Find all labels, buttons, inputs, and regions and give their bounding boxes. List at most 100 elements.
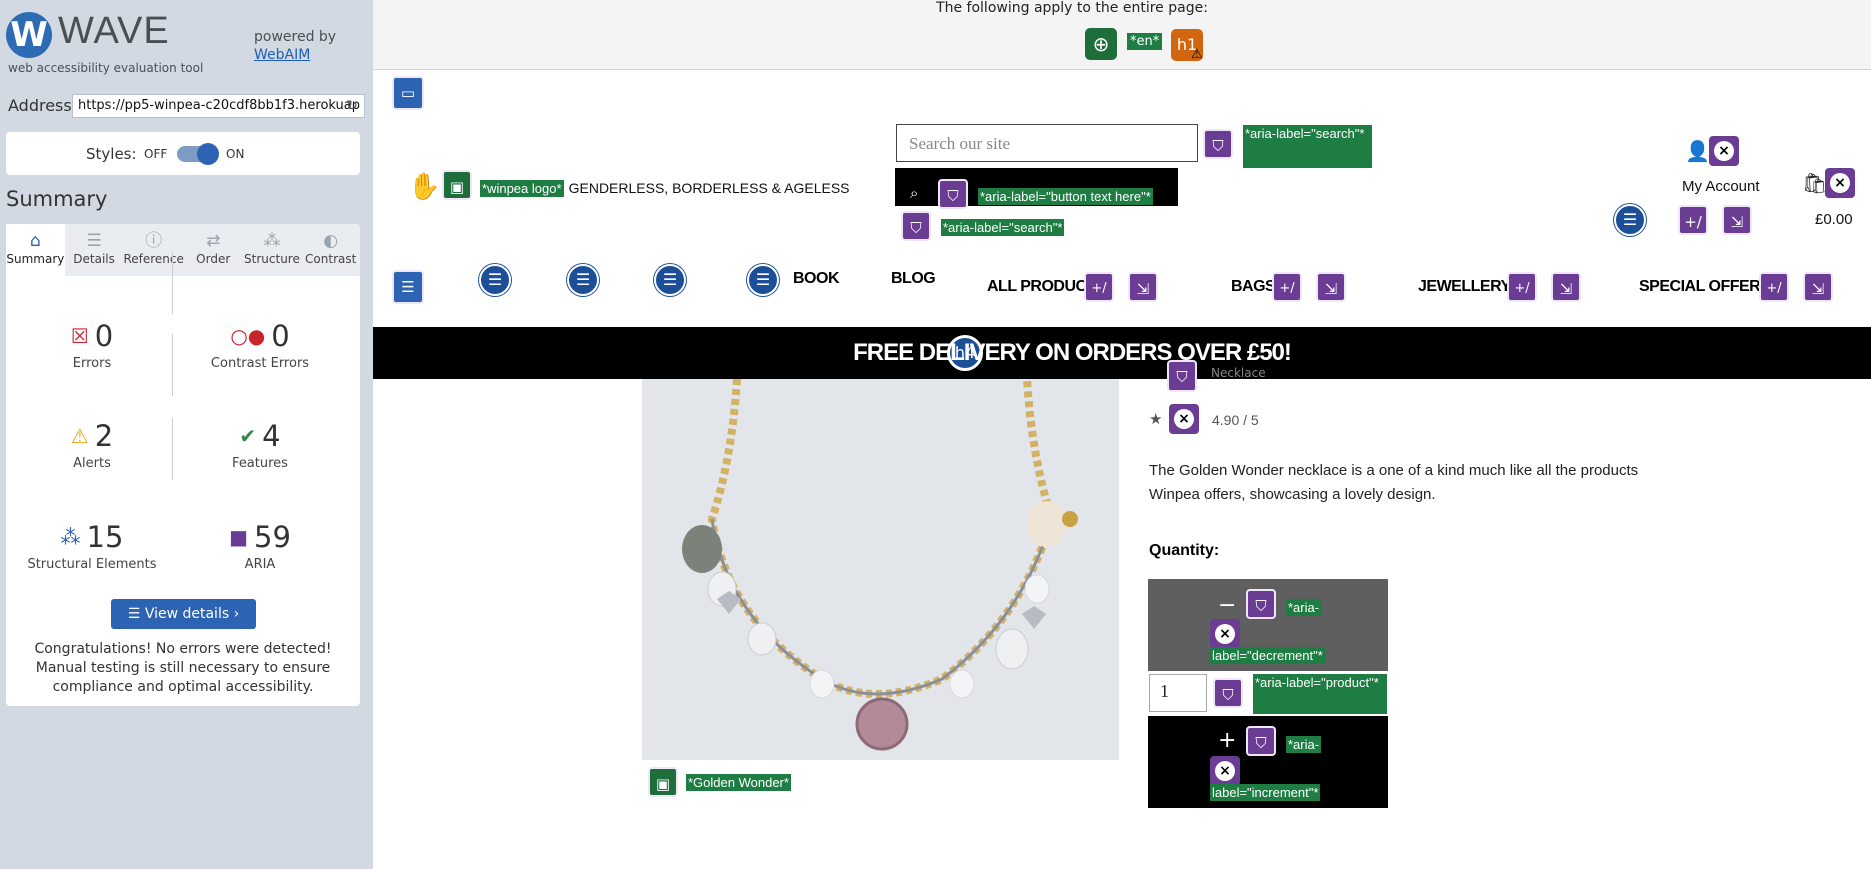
address-value: https://pp5-winpea-c20cdf8bb1f3.herokuap — [78, 98, 360, 113]
necklace-illustration — [642, 379, 1119, 760]
search-input[interactable]: Search our site — [896, 124, 1198, 162]
aria-hidden-icon[interactable]: × — [1210, 619, 1240, 649]
language-tag[interactable]: *en* — [1127, 33, 1163, 50]
tab-label: Structure — [244, 252, 300, 266]
tab-reference[interactable]: ⓘ Reference — [123, 224, 183, 276]
aria-search-tag-2: *aria-label="search"* — [941, 219, 1065, 236]
summary-panel: ⌂ Summary ☰ Details ⓘ Reference ⇄ Order … — [6, 224, 360, 706]
errors-count: 0 — [94, 319, 114, 353]
star-icon: ★ — [1149, 410, 1163, 428]
alerts-count: 2 — [94, 419, 114, 453]
styles-toggle-box: Styles: OFF ON — [6, 132, 360, 175]
aria-increment-tag-1: *aria- — [1286, 736, 1322, 753]
evaluated-page: The following apply to the entire page: … — [373, 0, 1871, 869]
nav-blog[interactable]: BLOG — [891, 270, 936, 288]
wave-sidebar: W WAVE web accessibility evaluation tool… — [0, 0, 373, 869]
product-image — [642, 379, 1119, 760]
tab-label: Details — [73, 252, 115, 266]
divider — [172, 418, 173, 480]
stat-aria: ■ 59 ARIA — [180, 519, 340, 572]
aria-popup-icon[interactable]: ⇲ — [1551, 272, 1581, 302]
aria-label-icon[interactable]: ⛉ — [901, 211, 931, 241]
my-account-link[interactable]: My Account — [1682, 178, 1760, 195]
tab-contrast[interactable]: ◐ Contrast — [301, 224, 360, 276]
nav-special-offers[interactable]: SPECIAL OFFERS — [1639, 278, 1771, 296]
image-alt-icon[interactable]: ▣ — [648, 767, 678, 797]
list-icon[interactable]: ☰ — [567, 264, 599, 296]
bag-icon[interactable]: 🛍 — [1802, 171, 1827, 195]
aria-popup-icon[interactable]: ⇲ — [1128, 272, 1158, 302]
aria-label-icon[interactable]: ⛉ — [1203, 129, 1233, 159]
aria-decrement-tag-2: label="decrement"* — [1210, 647, 1325, 664]
aria-expanded-icon[interactable]: +/− — [1084, 272, 1114, 326]
promo-text: FREE DELIVERY ON ORDERS OVER £50! — [853, 339, 1292, 366]
aria-hidden-icon[interactable]: × — [1825, 168, 1855, 198]
aria-label-icon[interactable]: ⛉ — [1167, 360, 1197, 392]
styles-off-label: OFF — [144, 147, 168, 161]
webaim-link[interactable]: WebAIM — [254, 47, 310, 63]
structural-count: 15 — [86, 520, 124, 554]
powered-by: powered by WebAIM — [254, 28, 336, 64]
aria-expanded-icon[interactable]: +/− — [1759, 272, 1789, 326]
contrast-icon: ◐ — [323, 231, 339, 251]
brand-slogan: GENDERLESS, BORDERLESS & AGELESS — [568, 180, 850, 196]
globe-icon[interactable]: ⊕ — [1085, 28, 1117, 60]
list-icon[interactable]: ☰ — [479, 264, 511, 296]
tab-order[interactable]: ⇄ Order — [184, 224, 243, 276]
decrement-button[interactable]: − ⛉ *aria- × label="decrement"* — [1148, 579, 1388, 671]
nav-book[interactable]: BOOK — [793, 270, 840, 288]
quantity-input[interactable]: 1 — [1149, 674, 1207, 712]
aria-product-tag: *aria-label="product"* — [1253, 674, 1387, 714]
increment-button[interactable]: + ⛉ *aria- × label="increment"* — [1148, 716, 1388, 808]
styles-toggle[interactable] — [177, 143, 219, 165]
divider — [172, 334, 173, 396]
nav-jewellery[interactable]: JEWELLERY — [1418, 278, 1511, 296]
image-alt-icon[interactable]: ▣ — [442, 170, 472, 200]
divider — [172, 252, 173, 314]
view-details-button[interactable]: ☰ View details › — [111, 599, 256, 629]
aria-expanded-icon[interactable]: +/− — [1272, 272, 1302, 326]
aria-label-icon[interactable]: ⛉ — [1246, 589, 1276, 619]
address-label: Address: — [8, 96, 78, 115]
aria-expanded-icon[interactable]: +/− — [1507, 272, 1537, 326]
user-icon[interactable]: 👤 — [1685, 139, 1710, 163]
list-icon[interactable]: ☰ — [747, 264, 779, 296]
wave-logo-icon[interactable]: W — [6, 12, 52, 58]
stat-features: ✔ 4 Features — [180, 418, 340, 471]
minus-icon: − — [1218, 593, 1237, 618]
winpea-hands-logo-icon[interactable]: ✋ — [408, 172, 440, 202]
wave-tabs: ⌂ Summary ☰ Details ⓘ Reference ⇄ Order … — [6, 224, 360, 276]
aria-label: ARIA — [244, 557, 276, 572]
aria-hidden-icon[interactable]: × — [1210, 756, 1240, 786]
nav-bags[interactable]: BAGS — [1231, 278, 1276, 296]
congrats-message: Congratulations! No errors were detected… — [34, 641, 332, 695]
search-placeholder: Search our site — [909, 134, 1011, 153]
aria-hidden-icon[interactable]: × — [1169, 404, 1199, 434]
global-text: The following apply to the entire page: — [936, 0, 1208, 16]
tab-structure[interactable]: ⁂ Structure — [243, 224, 302, 276]
aria-label-icon[interactable]: ⛉ — [938, 179, 968, 209]
aria-popup-icon[interactable]: ⇲ — [1803, 272, 1833, 302]
aria-popup-icon[interactable]: ⇲ — [1722, 205, 1752, 235]
header-region-icon[interactable]: ▭ — [392, 76, 424, 110]
aria-popup-icon[interactable]: ⇲ — [1316, 272, 1346, 302]
tab-details[interactable]: ☰ Details — [65, 224, 124, 276]
address-input[interactable]: https://pp5-winpea-c20cdf8bb1f3.herokuap… — [72, 94, 365, 118]
aria-expanded-icon[interactable]: +/− — [1678, 205, 1708, 261]
reload-icon[interactable]: ↻ — [346, 98, 358, 114]
tab-summary[interactable]: ⌂ Summary — [6, 224, 65, 276]
contrast-errors-count: 0 — [271, 319, 290, 353]
list-icon[interactable]: ☰ — [1614, 204, 1646, 236]
plus-icon: + — [1218, 728, 1237, 753]
nav-region-icon[interactable]: ☰ — [392, 270, 424, 304]
aria-label-icon[interactable]: ⛉ — [1213, 678, 1243, 708]
styles-label: Styles: — [86, 145, 137, 163]
aria-hidden-icon[interactable]: × — [1709, 136, 1739, 166]
aria-search-tag: *aria-label="search"* — [1243, 125, 1372, 168]
list-icon: ☰ — [86, 231, 102, 251]
aria-label-icon[interactable]: ⛉ — [1246, 726, 1276, 756]
list-icon[interactable]: ☰ — [654, 264, 686, 296]
cart-total[interactable]: £0.00 — [1815, 211, 1853, 228]
logo-alt-tag: *winpea logo* — [480, 180, 564, 197]
product-description: The Golden Wonder necklace is a one of a… — [1149, 462, 1639, 503]
